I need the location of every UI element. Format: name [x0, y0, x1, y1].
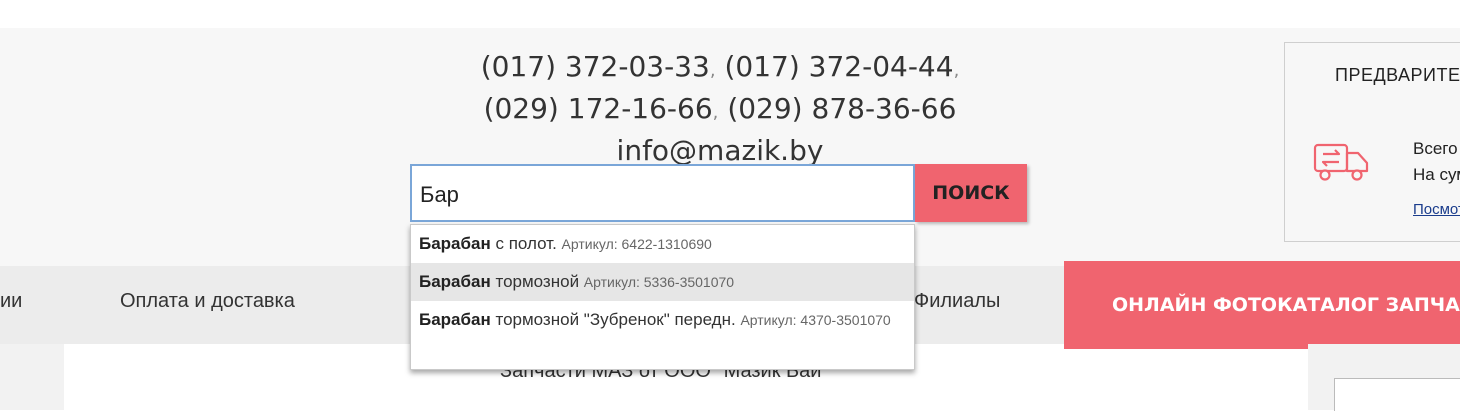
phone-link[interactable]: (029) 172-16-66 — [484, 92, 713, 125]
phone-link[interactable]: (029) 878-36-66 — [727, 92, 956, 125]
preorder-title: ПРЕДВАРИТЕЛЬНЫЙ ЗАКАЗ — [1335, 65, 1460, 85]
suggestion-article: Артикул: 5336-3501070 — [583, 274, 735, 290]
suggestion-article: Артикул: 6422-1310690 — [561, 236, 712, 252]
preorder-sum-label: На сумму — [1413, 165, 1460, 184]
suggestion-item[interactable]: Барабан с полот. Артикул: 6422-1310690 — [411, 225, 914, 263]
phone-link[interactable]: (017) 372-04-44 — [724, 50, 953, 83]
photo-catalog-button[interactable]: ОНЛАЙН ФОТОКАТАЛОГ ЗАПЧАСТЕЙ — [1064, 261, 1460, 349]
suggestion-match: Барабан — [419, 310, 491, 329]
truck-exchange-icon — [1313, 143, 1369, 181]
suggestion-item-highlighted[interactable]: Барабан тормозной Артикул: 5336-3501070 — [411, 263, 914, 301]
preorder-view-link[interactable]: Посмотреть — [1413, 201, 1460, 218]
contacts-block: (017) 372-03-33, (017) 372-04-44, (029) … — [400, 48, 1040, 170]
phone-link[interactable]: (017) 372-03-33 — [481, 50, 710, 83]
search-button[interactable]: ПОИСК — [915, 164, 1027, 222]
suggestion-text: тормозной — [490, 272, 580, 291]
suggestion-item[interactable]: Барабан тормозной "Зубренок" передн. Арт… — [411, 301, 914, 339]
suggestion-text: тормозной "Зубренок" передн. — [490, 310, 736, 329]
suggestion-text: с полот. — [490, 234, 557, 253]
search-input[interactable]: Бар — [410, 164, 915, 222]
preorder-total-label: Всего — [1413, 139, 1458, 158]
suggestion-match: Барабан — [419, 272, 491, 291]
phone-separator: , — [953, 60, 960, 81]
nav-item-partial[interactable]: ии — [0, 290, 22, 313]
phone-separator: , — [709, 60, 716, 81]
search-suggestions: Барабан с полот. Артикул: 6422-1310690 Б… — [410, 224, 915, 370]
suggestion-article: Артикул: 4370-3501070 — [740, 312, 891, 328]
left-column-background — [0, 344, 64, 410]
nav-item-branches[interactable]: Филиалы — [914, 290, 1000, 313]
suggestion-match: Барабан — [419, 234, 491, 253]
phone-separator: , — [712, 102, 719, 123]
nav-item-payment-delivery[interactable]: Оплата и доставка — [120, 290, 295, 313]
preorder-panel: ПРЕДВАРИТЕЛЬНЫЙ ЗАКАЗ Всего На сумму Пос… — [1284, 42, 1460, 242]
right-column-box — [1334, 378, 1460, 411]
